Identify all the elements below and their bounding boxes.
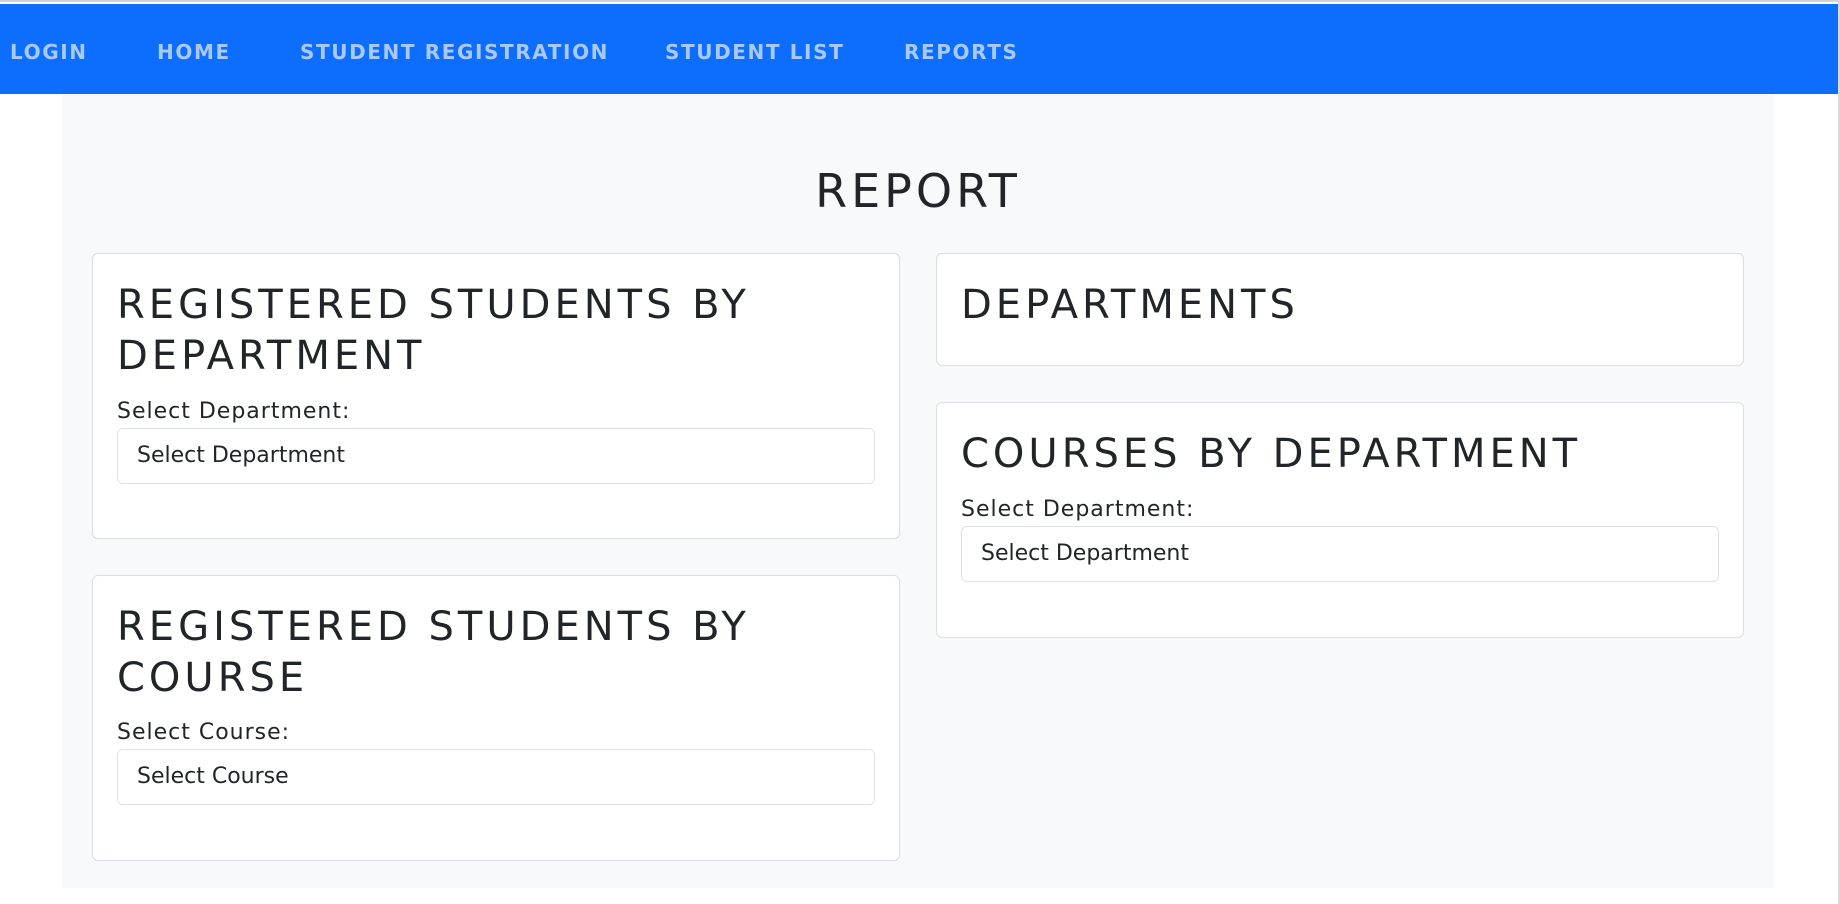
main-container: REPORT REGISTERED STUDENTS BY DEPARTMENT… [62,94,1774,888]
select-department-label: Select Department: [961,497,1195,522]
card-title: DEPARTMENTS [961,282,1299,328]
card-title: REGISTERED STUDENTS BY COURSE [117,604,750,701]
card-students-by-department: REGISTERED STUDENTS BY DEPARTMENT Select… [92,253,900,539]
nav-student-registration[interactable]: STUDENT REGISTRATION [300,40,609,64]
nav-home[interactable]: HOME [157,40,231,64]
select-course-label: Select Course: [117,720,291,745]
select-department-label: Select Department: [117,399,351,424]
nav-login[interactable]: LOGIN [10,40,88,64]
card-departments: DEPARTMENTS [936,253,1744,366]
course-select[interactable]: Select Course [117,749,875,805]
card-title: COURSES BY DEPARTMENT [961,431,1582,477]
nav-student-list[interactable]: STUDENT LIST [665,40,844,64]
card-students-by-course: REGISTERED STUDENTS BY COURSE Select Cou… [92,575,900,861]
card-title: REGISTERED STUDENTS BY DEPARTMENT [117,282,750,379]
page-title: REPORT [815,164,1021,218]
nav-reports[interactable]: REPORTS [904,40,1018,64]
course-select-value: Select Course [137,764,289,789]
department-select[interactable]: Select Department [117,428,875,484]
department-select-value: Select Department [137,443,345,468]
department-select[interactable]: Select Department [961,526,1719,582]
department-select-value: Select Department [981,541,1189,566]
top-navbar: LOGIN HOME STUDENT REGISTRATION STUDENT … [0,4,1838,94]
card-courses-by-department: COURSES BY DEPARTMENT Select Department:… [936,402,1744,638]
